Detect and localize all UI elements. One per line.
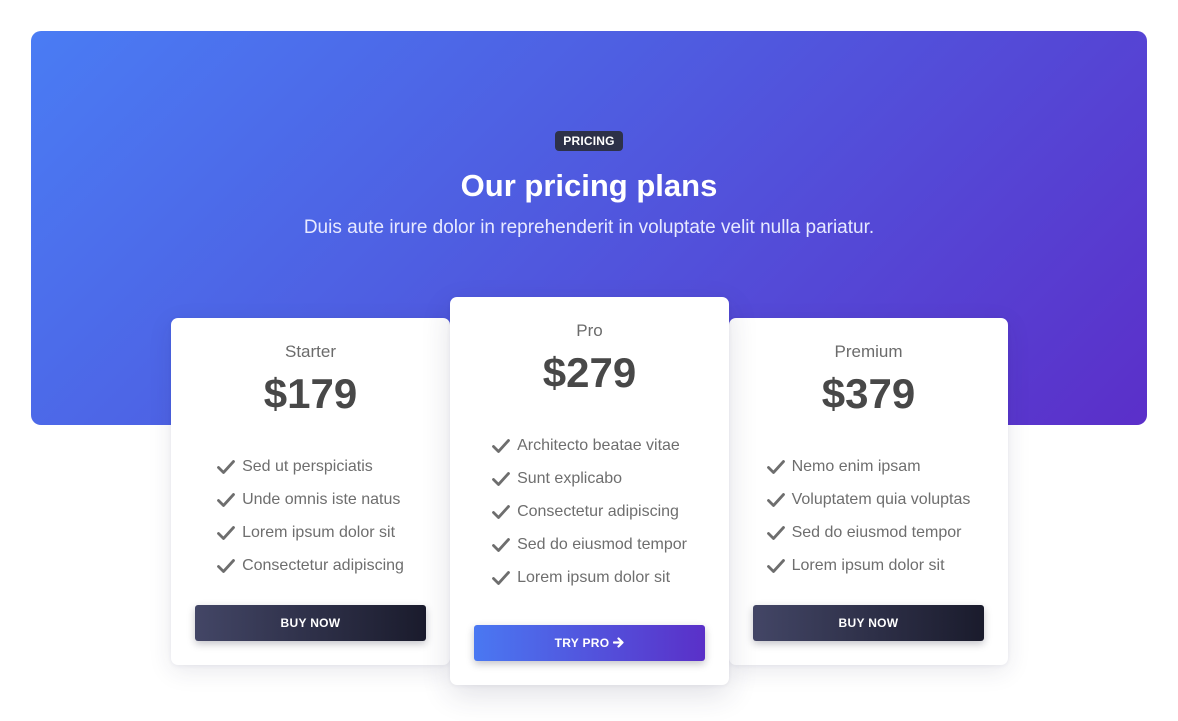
- feature-item: Architecto beatae vitae: [492, 429, 687, 462]
- plan-card-starter: Starter $179 Sed ut perspiciatis Unde om…: [171, 318, 450, 665]
- feature-item: Consectetur adipiscing: [492, 495, 687, 528]
- feature-item: Lorem ipsum dolor sit: [217, 516, 404, 549]
- pricing-badge: PRICING: [555, 131, 623, 151]
- feature-text: Architecto beatae vitae: [517, 437, 680, 454]
- feature-list: Nemo enim ipsam Voluptatem quia voluptas…: [766, 450, 971, 582]
- feature-text: Sunt explicabo: [517, 470, 623, 487]
- plan-name: Premium: [834, 342, 903, 361]
- arrow-right-icon: [613, 636, 624, 650]
- check-icon: [217, 525, 235, 541]
- feature-item: Voluptatem quia voluptas: [766, 483, 971, 516]
- buy-now-button-premium[interactable]: BUY NOW: [753, 605, 984, 641]
- feature-text: Consectetur adipiscing: [242, 557, 404, 574]
- feature-list: Sed ut perspiciatis Unde omnis iste natu…: [217, 450, 404, 582]
- feature-text: Lorem ipsum dolor sit: [791, 557, 945, 574]
- check-icon: [492, 504, 510, 520]
- feature-item: Lorem ipsum dolor sit: [766, 549, 971, 582]
- feature-item: Unde omnis iste natus: [217, 483, 404, 516]
- check-icon: [492, 471, 510, 487]
- check-icon: [492, 570, 510, 586]
- feature-item: Sunt explicabo: [492, 462, 687, 495]
- plan-price: $379: [821, 370, 916, 417]
- feature-item: Consectetur adipiscing: [217, 549, 404, 582]
- try-pro-label: TRY PRO: [554, 636, 610, 650]
- check-icon: [217, 459, 235, 475]
- check-icon: [492, 438, 510, 454]
- check-icon: [766, 558, 785, 574]
- feature-item: Lorem ipsum dolor sit: [492, 561, 687, 594]
- check-icon: [766, 459, 785, 475]
- plan-price: $179: [263, 370, 358, 417]
- feature-item: Sed do eiusmod tempor: [766, 516, 971, 549]
- feature-text: Unde omnis iste natus: [242, 491, 401, 508]
- check-icon: [492, 537, 510, 553]
- feature-text: Lorem ipsum dolor sit: [517, 569, 671, 586]
- plan-name: Pro: [576, 321, 603, 340]
- check-icon: [217, 492, 235, 508]
- plan-card-pro: Pro $279 Architecto beatae vitae Sunt ex…: [450, 297, 729, 685]
- plan-card-premium: Premium $379 Nemo enim ipsam Voluptatem …: [729, 318, 1008, 665]
- plan-name: Starter: [284, 342, 337, 361]
- feature-item: Sed ut perspiciatis: [217, 450, 404, 483]
- feature-text: Lorem ipsum dolor sit: [242, 524, 396, 541]
- page-title: Our pricing plans: [460, 168, 718, 203]
- check-icon: [766, 492, 785, 508]
- feature-list: Architecto beatae vitae Sunt explicabo C…: [492, 429, 687, 594]
- try-pro-button[interactable]: TRY PRO: [474, 625, 705, 661]
- feature-text: Voluptatem quia voluptas: [791, 491, 971, 508]
- feature-item: Sed do eiusmod tempor: [492, 528, 687, 561]
- buy-now-button-starter[interactable]: BUY NOW: [195, 605, 426, 641]
- feature-text: Sed do eiusmod tempor: [791, 524, 962, 541]
- feature-text: Sed ut perspiciatis: [242, 458, 373, 475]
- feature-text: Sed do eiusmod tempor: [517, 536, 687, 553]
- check-icon: [217, 558, 235, 574]
- feature-text: Nemo enim ipsam: [791, 458, 921, 475]
- page-subtitle: Duis aute irure dolor in reprehenderit i…: [303, 217, 875, 238]
- feature-item: Nemo enim ipsam: [766, 450, 971, 483]
- plan-price: $279: [542, 349, 637, 396]
- check-icon: [766, 525, 785, 541]
- feature-text: Consectetur adipiscing: [517, 503, 679, 520]
